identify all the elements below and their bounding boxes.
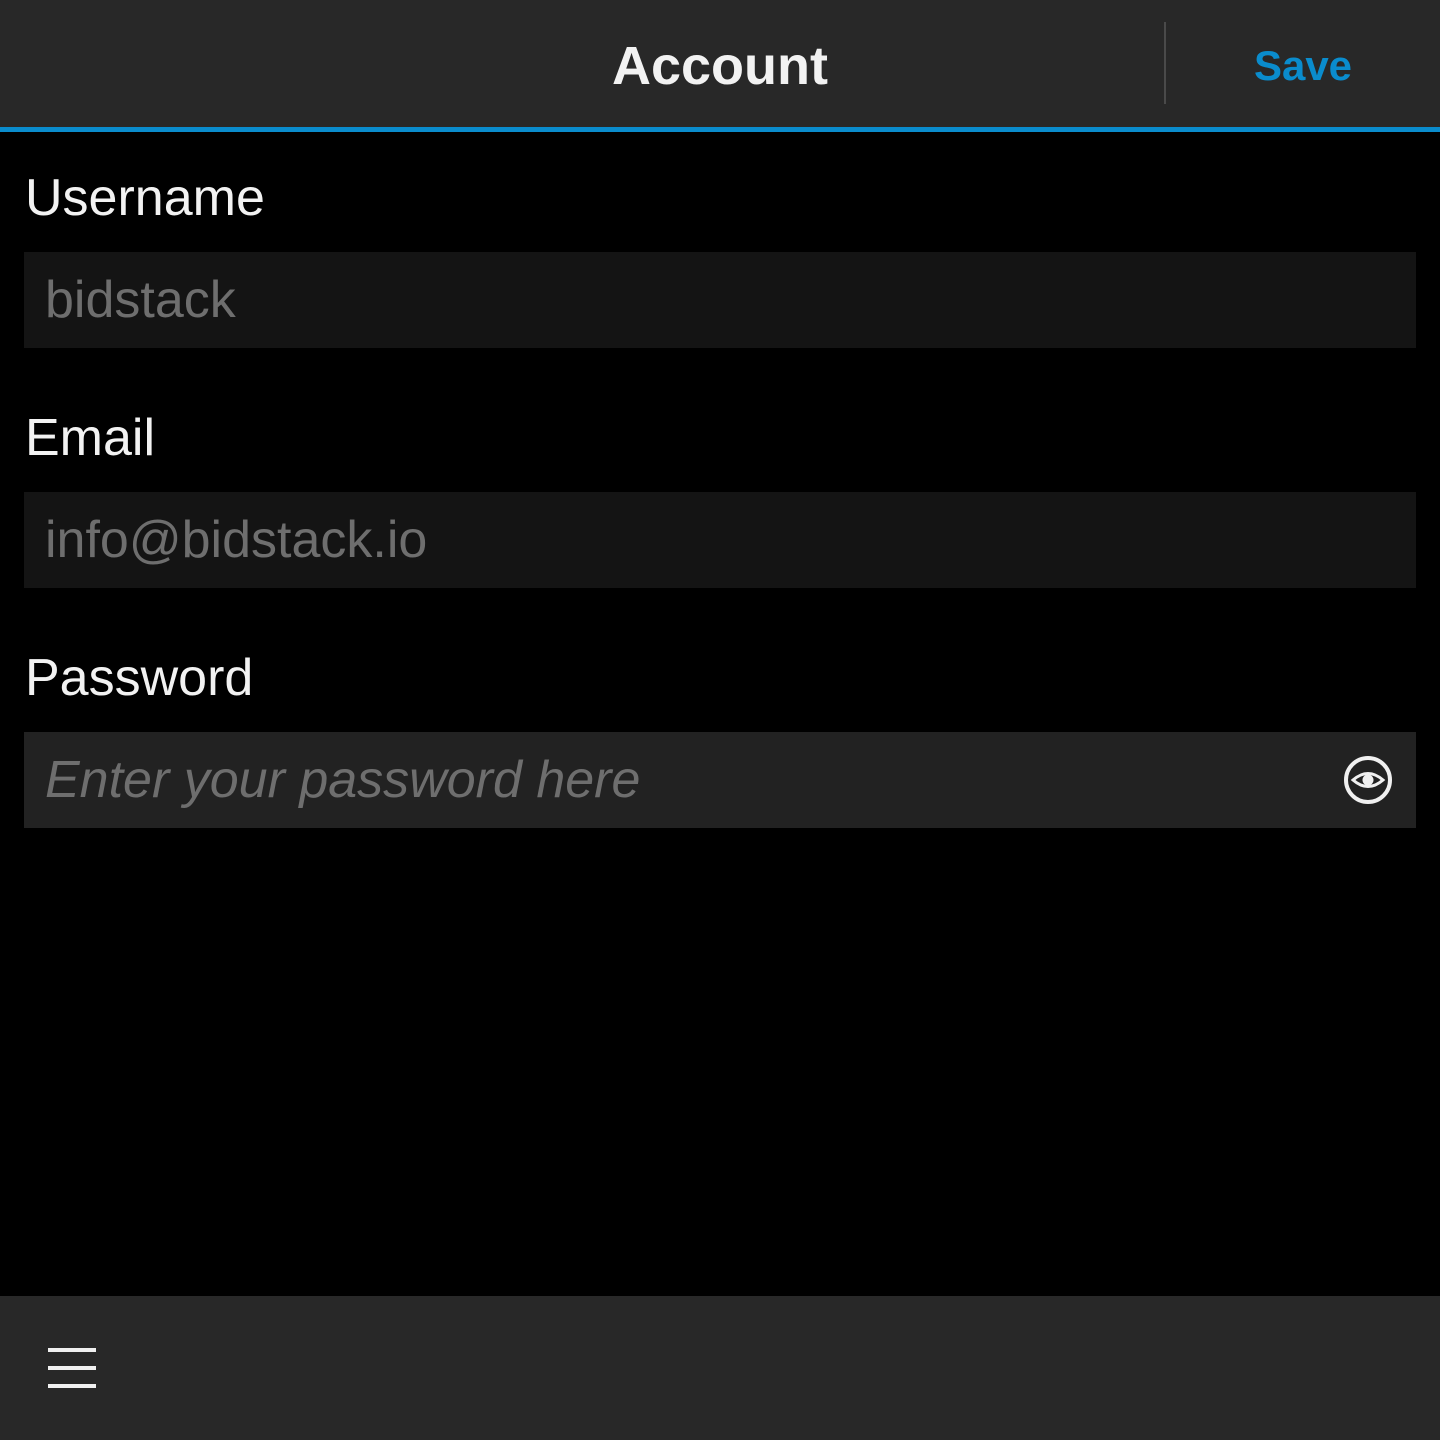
title-accent-line [0,127,1440,132]
show-password-button[interactable] [1342,754,1394,806]
menu-button[interactable] [30,1326,114,1410]
save-button[interactable]: Save [1166,0,1440,132]
action-bar [0,1296,1440,1440]
email-field[interactable] [24,492,1416,588]
password-label: Password [25,649,254,707]
email-field-box [24,492,1416,588]
password-field[interactable] [24,732,1416,828]
password-field-box [24,732,1416,828]
email-label: Email [25,409,156,467]
username-field[interactable] [24,252,1416,348]
username-label: Username [25,169,265,227]
account-screen: Account Save Username Email Password [0,0,1440,1440]
username-field-box [24,252,1416,348]
title-bar: Account Save [0,0,1440,132]
eye-icon [1344,756,1392,804]
